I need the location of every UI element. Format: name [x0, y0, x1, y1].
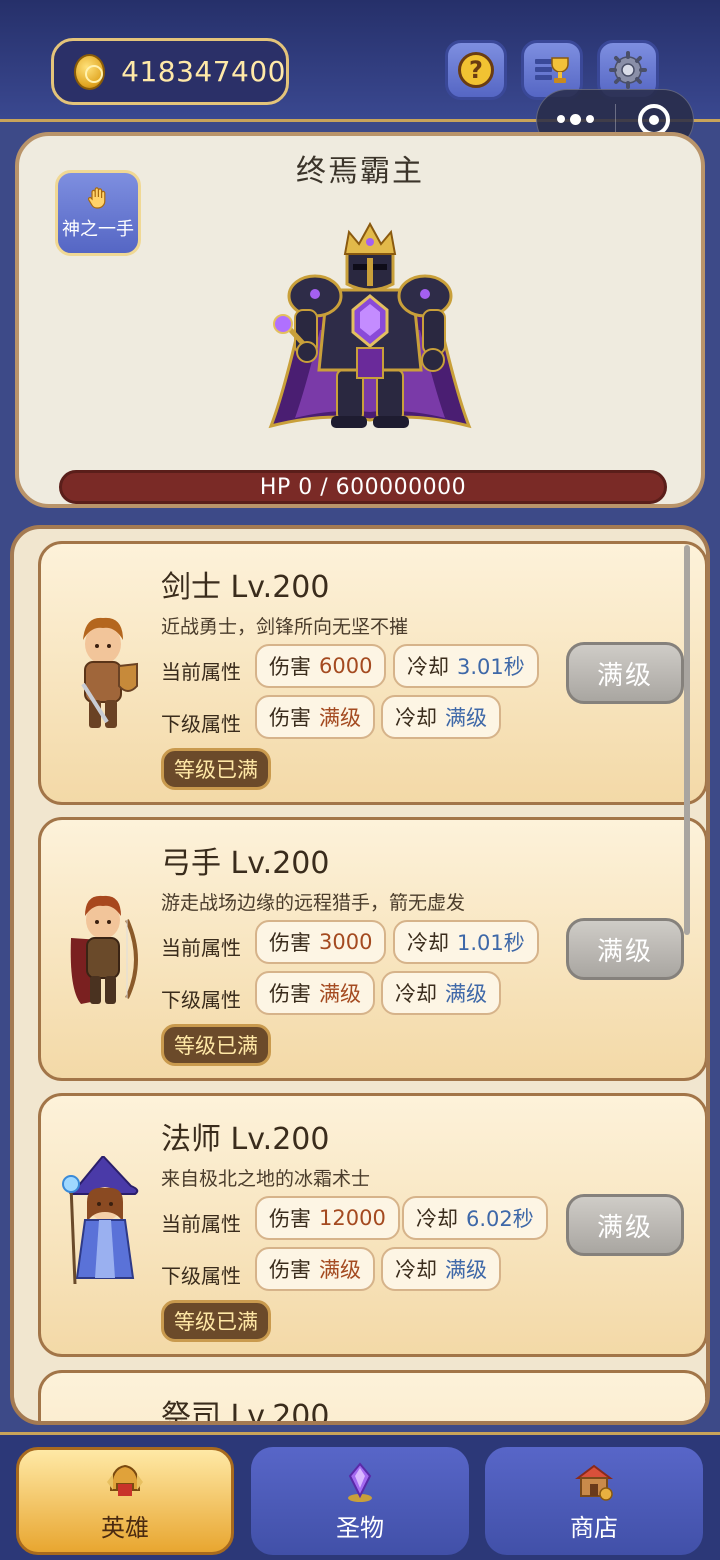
crystal-icon — [348, 1461, 372, 1502]
hero-description: 游走战场边缘的远程猎手，箭无虚发 — [161, 892, 466, 914]
cooldown-value: 满级 — [445, 706, 487, 730]
hero-card-mage: 法师 Lv.200 来自极北之地的冰霜术士 当前属性 伤害 12000 冷却 6… — [38, 1093, 706, 1357]
damage-value: 满级 — [319, 982, 361, 1006]
hero-card-priest: 祭司 Lv.200 — [38, 1370, 706, 1425]
upgrade-button-maxed[interactable]: 满级 — [566, 642, 684, 704]
next-cooldown-chip: 冷却 满级 — [381, 971, 501, 1015]
trophy-icon — [535, 57, 569, 83]
cooldown-value: 3.01秒 — [457, 655, 525, 679]
cooldown-label: 冷却 — [395, 1258, 437, 1282]
hero-name: 法师 Lv.200 — [161, 1122, 330, 1157]
tab-shop[interactable]: 商店 — [485, 1447, 703, 1555]
bottom-nav: 英雄 圣物 商店 — [0, 1432, 720, 1560]
hero-name: 剑士 Lv.200 — [161, 570, 330, 605]
current-stats-label: 当前属性 — [161, 1212, 241, 1236]
cooldown-label: 冷却 — [395, 982, 437, 1006]
cooldown-value: 6.02秒 — [466, 1207, 534, 1231]
current-damage-chip: 伤害 12000 — [255, 1196, 400, 1240]
coin-counter: 418347400 — [51, 38, 289, 105]
damage-value: 12000 — [319, 1206, 386, 1230]
coin-value: 418347400 — [121, 55, 286, 88]
boss-panel: 终焉霸主 神之一手 HP 0 / 600000000 — [15, 132, 705, 508]
boss-knight-image[interactable] — [265, 220, 475, 436]
gear-icon — [609, 51, 647, 89]
damage-label: 伤害 — [269, 706, 311, 730]
cooldown-label: 冷却 — [416, 1207, 458, 1231]
tab-relics[interactable]: 圣物 — [251, 1447, 469, 1555]
damage-value: 6000 — [319, 654, 373, 678]
hero-description: 来自极北之地的冰霜术士 — [161, 1168, 371, 1190]
hero-name: 祭司 Lv.200 — [161, 1399, 330, 1425]
help-button[interactable]: ? — [445, 40, 507, 100]
next-damage-chip: 伤害 满级 — [255, 1247, 375, 1291]
current-cooldown-chip: 冷却 1.01秒 — [393, 920, 539, 964]
cooldown-value: 满级 — [445, 982, 487, 1006]
level-max-tag: 等级已满 — [161, 748, 271, 790]
tab-heroes[interactable]: 英雄 — [16, 1447, 234, 1555]
mage-portrait — [62, 1156, 139, 1285]
damage-label: 伤害 — [269, 655, 311, 679]
cooldown-label: 冷却 — [407, 655, 449, 679]
more-menu-button[interactable] — [537, 114, 615, 125]
hero-list-scrollbar[interactable] — [684, 545, 690, 935]
tab-relics-label: 圣物 — [336, 1513, 384, 1542]
next-stats-label: 下级属性 — [161, 988, 241, 1012]
god-hand-button[interactable]: 神之一手 — [55, 170, 141, 256]
damage-value: 满级 — [319, 706, 361, 730]
hand-icon — [87, 187, 106, 209]
level-max-tag: 等级已满 — [161, 1024, 271, 1066]
cooldown-value: 1.01秒 — [457, 931, 525, 955]
coin-icon — [74, 53, 106, 90]
god-hand-label: 神之一手 — [62, 219, 134, 240]
damage-label: 伤害 — [269, 1207, 311, 1231]
current-stats-label: 当前属性 — [161, 660, 241, 684]
archer-portrait — [70, 895, 138, 1004]
more-dot-icon — [570, 114, 582, 125]
boss-hp-bar: HP 0 / 600000000 — [59, 470, 667, 504]
damage-value: 满级 — [319, 1258, 361, 1282]
hero-name: 弓手 Lv.200 — [161, 846, 330, 881]
hero-list[interactable]: 剑士 Lv.200 近战勇士，剑锋所向无坚不摧 当前属性 伤害 6000 冷却 … — [10, 525, 710, 1425]
cooldown-label: 冷却 — [407, 931, 449, 955]
upgrade-button-maxed[interactable]: 满级 — [566, 1194, 684, 1256]
damage-label: 伤害 — [269, 931, 311, 955]
next-stats-label: 下级属性 — [161, 712, 241, 736]
next-stats-label: 下级属性 — [161, 1264, 241, 1288]
level-max-tag: 等级已满 — [161, 1300, 271, 1342]
next-cooldown-chip: 冷却 满级 — [381, 695, 501, 739]
damage-label: 伤害 — [269, 1258, 311, 1282]
more-dot-icon — [557, 115, 566, 123]
damage-label: 伤害 — [269, 982, 311, 1006]
shop-icon — [575, 1464, 613, 1501]
next-cooldown-chip: 冷却 满级 — [381, 1247, 501, 1291]
current-stats-label: 当前属性 — [161, 936, 241, 960]
swordsman-portrait — [81, 617, 138, 728]
next-damage-chip: 伤害 满级 — [255, 695, 375, 739]
damage-value: 3000 — [319, 930, 373, 954]
hero-description: 近战勇士，剑锋所向无坚不摧 — [161, 616, 409, 638]
hero-card-swordsman: 剑士 Lv.200 近战勇士，剑锋所向无坚不摧 当前属性 伤害 6000 冷却 … — [38, 541, 706, 805]
cooldown-label: 冷却 — [395, 706, 437, 730]
tab-heroes-label: 英雄 — [101, 1513, 149, 1542]
next-damage-chip: 伤害 满级 — [255, 971, 375, 1015]
current-cooldown-chip: 冷却 3.01秒 — [393, 644, 539, 688]
helmet-icon — [107, 1464, 143, 1496]
current-damage-chip: 伤害 6000 — [255, 644, 387, 688]
current-cooldown-chip: 冷却 6.02秒 — [402, 1196, 548, 1240]
hero-card-archer: 弓手 Lv.200 游走战场边缘的远程猎手，箭无虚发 当前属性 伤害 3000 … — [38, 817, 706, 1081]
tab-shop-label: 商店 — [570, 1513, 618, 1542]
help-icon: ? — [458, 52, 494, 88]
current-damage-chip: 伤害 3000 — [255, 920, 387, 964]
more-dot-icon — [586, 115, 595, 123]
upgrade-button-maxed[interactable]: 满级 — [566, 918, 684, 980]
cooldown-value: 满级 — [445, 1258, 487, 1282]
